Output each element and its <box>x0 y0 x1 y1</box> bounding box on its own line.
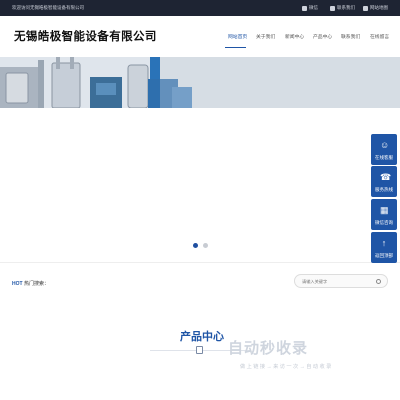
arrow-up-icon: ↑ <box>381 238 387 248</box>
hot-search-label: HOT 热门搜索： <box>12 281 49 287</box>
search-icon[interactable] <box>376 279 381 284</box>
hero-banner <box>0 57 400 108</box>
site-logo[interactable]: 无锡皓极智能设备有限公司 <box>14 28 157 44</box>
phone-icon <box>330 5 335 11</box>
side-hotline[interactable]: ☎ 服务热线 <box>371 166 397 197</box>
headset-icon: ☺ <box>380 140 390 150</box>
wechat-icon <box>302 5 307 11</box>
nav-home[interactable]: 网站首页 <box>228 33 247 40</box>
carousel-dot[interactable] <box>203 243 208 248</box>
top-bar: 欢迎访问无锡皓极智能设备有限公司 微信 联系我们 网站地图 <box>0 0 400 16</box>
wechat-link[interactable]: 微信 <box>302 5 318 11</box>
sitemap-icon <box>363 5 368 11</box>
sitemap-link[interactable]: 网站地图 <box>363 5 388 11</box>
header: 无锡皓极智能设备有限公司 网站首页 关于我们 新闻中心 产品中心 联系我们 在线… <box>0 16 400 57</box>
nav-contact[interactable]: 联系我们 <box>341 33 360 40</box>
nav-about[interactable]: 关于我们 <box>256 33 275 40</box>
search-input[interactable] <box>294 274 388 288</box>
phone-icon: ☎ <box>380 172 392 182</box>
side-wechat[interactable]: ▦ 微信咨询 <box>371 199 397 230</box>
banner-machinery-image <box>0 57 400 108</box>
side-back-to-top[interactable]: ↑ 返回顶部 <box>371 232 397 263</box>
nav-products[interactable]: 产品中心 <box>313 33 332 40</box>
section-title: 产品中心 <box>180 331 224 343</box>
side-online-service[interactable]: ☺ 在线客服 <box>371 134 397 165</box>
document-icon <box>196 346 203 354</box>
nav-news[interactable]: 新闻中心 <box>285 33 304 40</box>
carousel-dots <box>193 243 208 248</box>
qrcode-icon: ▦ <box>380 205 389 215</box>
nav-active-indicator <box>225 47 246 48</box>
watermark-subtitle: 做 上 链 接 → 来 访 一 次 → 自 动 收 录 <box>240 364 332 370</box>
contact-link[interactable]: 联系我们 <box>330 5 355 11</box>
nav-message[interactable]: 在线留言 <box>370 33 389 40</box>
watermark-title: 自动秒收录 <box>228 340 309 357</box>
hot-search-bar: HOT 热门搜索： <box>0 262 400 300</box>
carousel-dot[interactable] <box>193 243 198 248</box>
welcome-text: 欢迎访问无锡皓极智能设备有限公司 <box>12 5 84 10</box>
